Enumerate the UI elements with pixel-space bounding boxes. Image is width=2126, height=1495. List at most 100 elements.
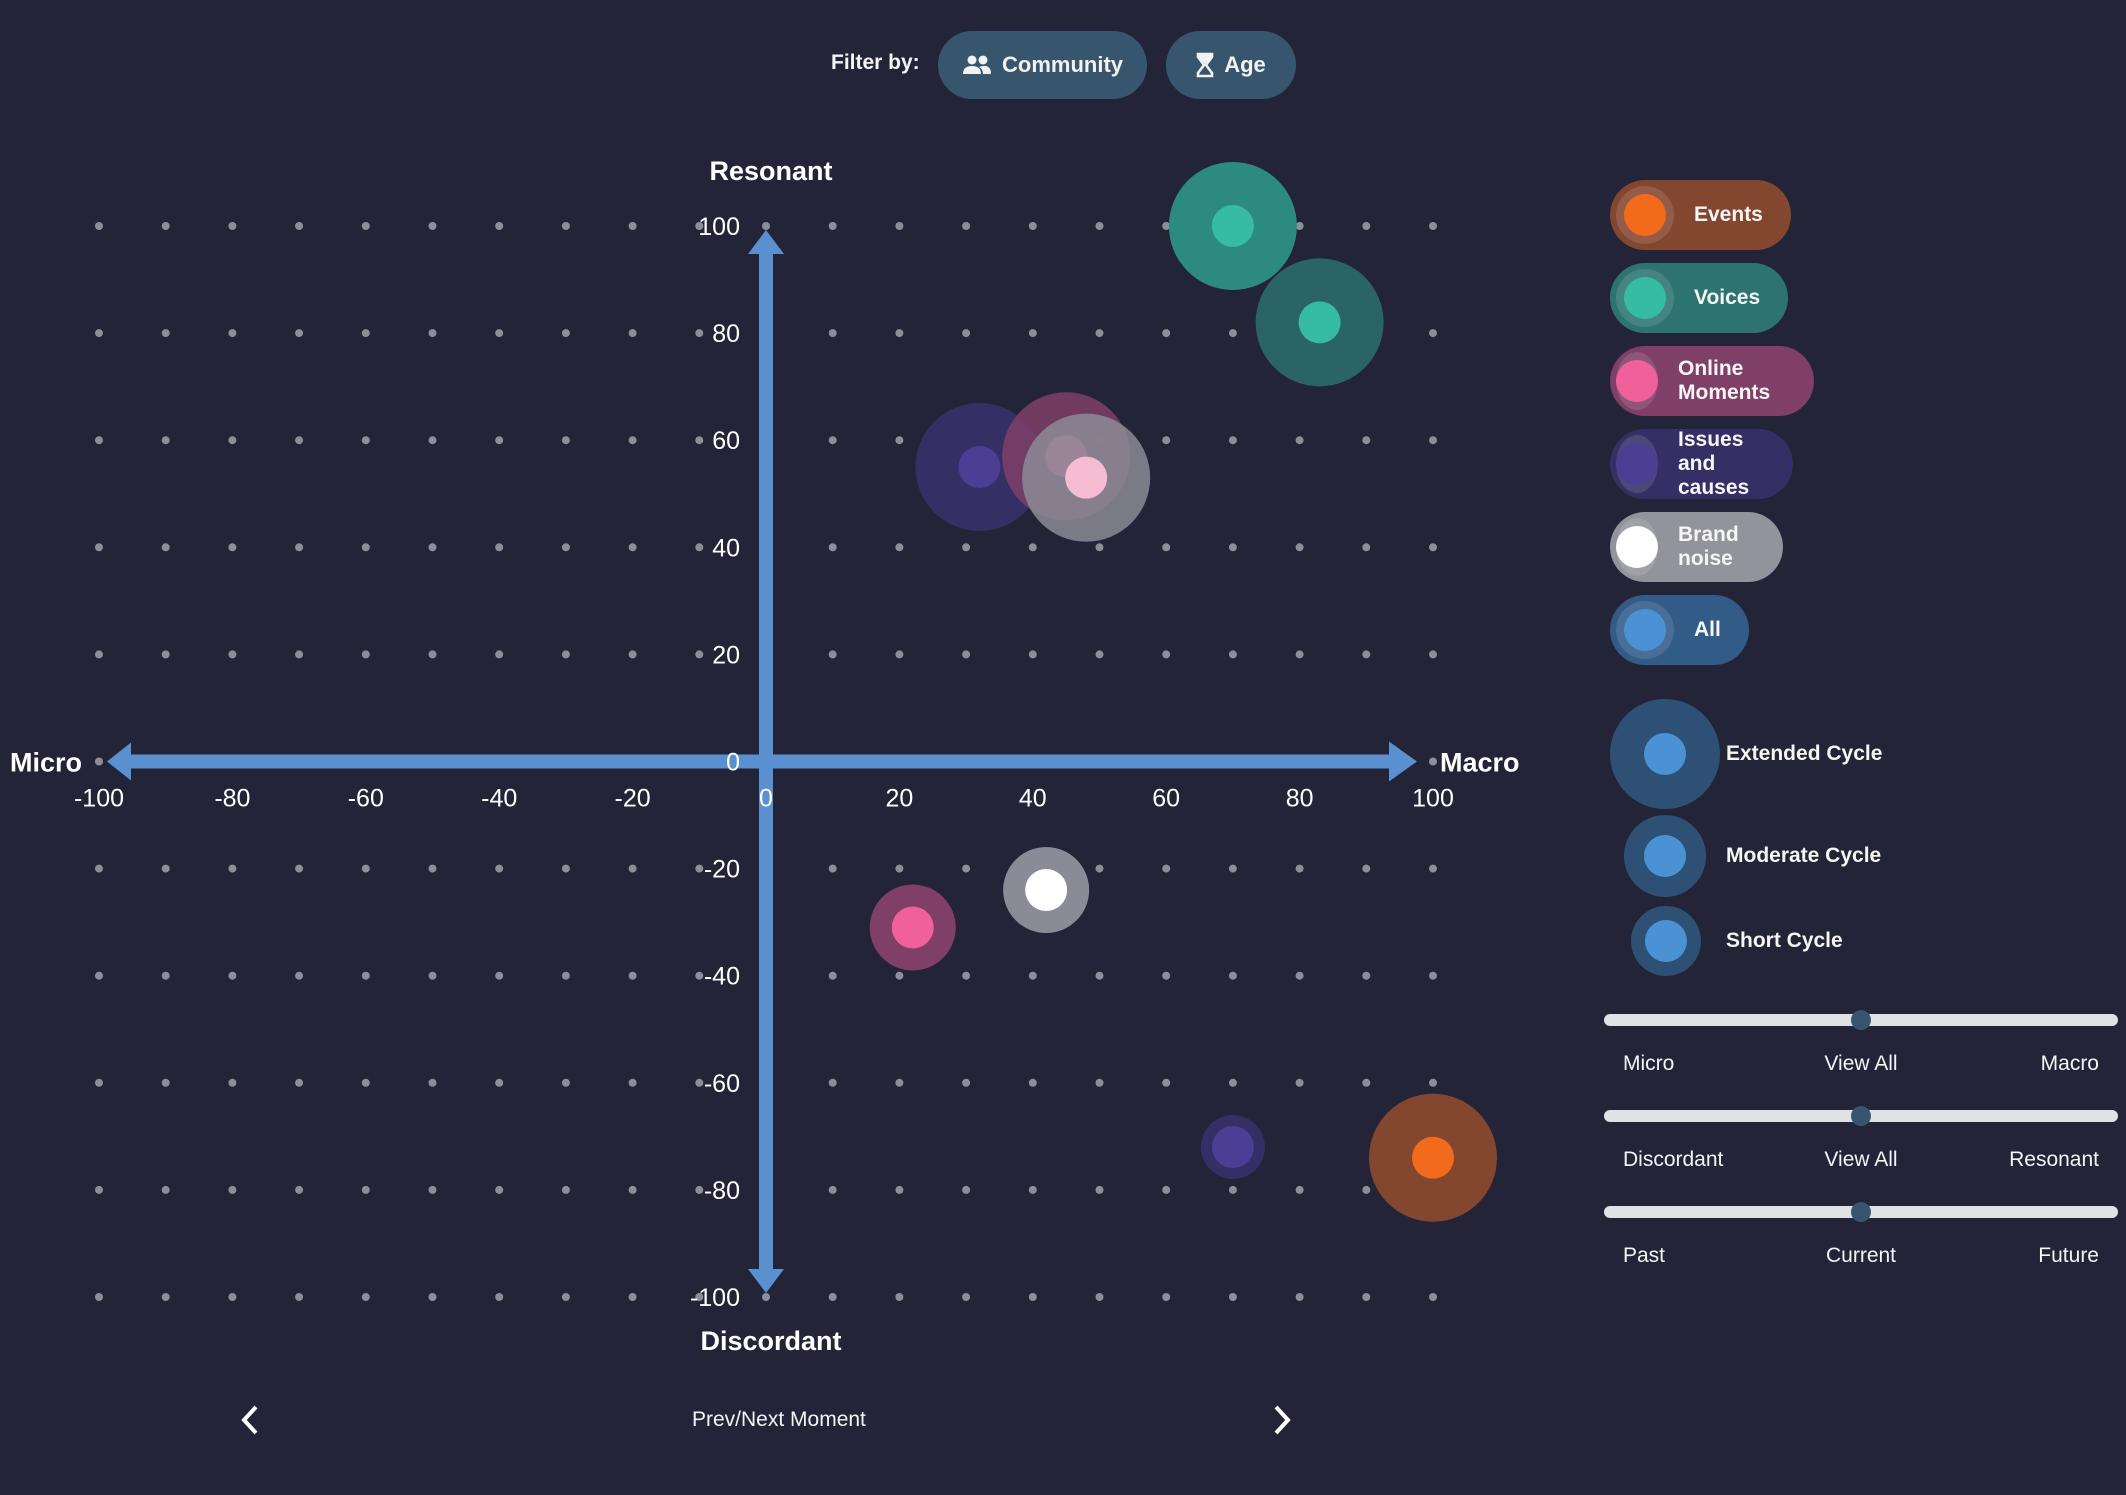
grid-dot bbox=[428, 1078, 437, 1087]
bubble-core bbox=[1412, 1136, 1454, 1179]
grid-dot bbox=[228, 650, 237, 659]
legend-label: Events bbox=[1694, 203, 1763, 226]
grid-dot bbox=[428, 864, 437, 873]
y-axis-line bbox=[759, 250, 773, 1273]
grid-dot bbox=[962, 543, 971, 552]
cycle-label: Short Cycle bbox=[1726, 929, 1843, 952]
slider-thumb[interactable] bbox=[1851, 1010, 1871, 1030]
grid-dot bbox=[1429, 757, 1437, 766]
x-axis-left-arrow bbox=[107, 742, 131, 781]
grid-dot bbox=[695, 971, 704, 980]
grid-dot bbox=[1295, 864, 1304, 873]
grid-dot bbox=[295, 329, 304, 338]
grid-dot bbox=[1028, 222, 1037, 230]
legend-item-brand-noise[interactable]: Brand noise bbox=[1610, 512, 1783, 582]
micro-macro-slider[interactable]: Micro View All Macro bbox=[1604, 1002, 2118, 1075]
grid-dot bbox=[1162, 971, 1171, 980]
grid-dot bbox=[1095, 864, 1104, 873]
data-bubble bbox=[869, 884, 956, 971]
slider-thumb[interactable] bbox=[1851, 1106, 1871, 1126]
grid-dot bbox=[228, 543, 237, 552]
grid-dot bbox=[962, 971, 971, 980]
x-tick-label: 80 bbox=[1286, 785, 1314, 813]
grid-dot bbox=[161, 329, 170, 338]
grid-dot bbox=[428, 1293, 437, 1301]
extended-cycle-icon bbox=[1610, 699, 1720, 809]
legend-item-issues-and-causes[interactable]: Issues and causes bbox=[1610, 428, 1794, 499]
grid-dot bbox=[561, 436, 570, 445]
grid-dot bbox=[1028, 1185, 1037, 1194]
bubbles bbox=[869, 162, 1497, 1222]
grid-dot bbox=[495, 971, 504, 980]
grid-dot bbox=[161, 436, 170, 445]
grid-dot bbox=[1162, 543, 1171, 552]
slider-right-label: Resonant bbox=[2009, 1148, 2099, 1171]
prev-moment-button[interactable] bbox=[230, 1395, 270, 1445]
grid-dot bbox=[228, 436, 237, 445]
grid-dot bbox=[1095, 1185, 1104, 1194]
grid-dot bbox=[695, 436, 704, 445]
grid-dot bbox=[95, 222, 103, 230]
grid-dot bbox=[1228, 650, 1237, 659]
x-tick-label: 0 bbox=[759, 785, 773, 813]
grid-dot bbox=[628, 864, 637, 873]
moment-scatter-chart: -100 -80 -60 -40 -20 0 20 40 60 80 100 100 80 60 40 20 0… bbox=[10, 156, 1520, 1356]
x-axis-left-label: Micro bbox=[10, 748, 82, 778]
y-tick-label: 0 bbox=[726, 749, 740, 777]
grid-dot bbox=[895, 650, 904, 659]
grid-dot bbox=[1295, 1078, 1304, 1087]
data-bubble bbox=[1168, 162, 1297, 290]
grid-dot bbox=[561, 1185, 570, 1194]
y-tick-label: 20 bbox=[712, 641, 740, 669]
grid-dot bbox=[361, 543, 370, 552]
grid-dot bbox=[895, 222, 904, 230]
grid-dot bbox=[361, 1078, 370, 1087]
slider-thumb[interactable] bbox=[1851, 1202, 1871, 1222]
voices-dot-icon bbox=[1624, 277, 1666, 319]
cycle-label: Extended Cycle bbox=[1726, 742, 1883, 765]
grid-dot bbox=[495, 436, 504, 445]
legend-item-online-moments[interactable]: Online Moments bbox=[1610, 346, 1815, 416]
slider-left-label: Micro bbox=[1623, 1052, 1675, 1075]
y-tick-label: -100 bbox=[690, 1284, 740, 1312]
x-axis-right-arrow bbox=[1389, 741, 1417, 782]
grid-dot bbox=[628, 222, 637, 230]
grid-dot bbox=[428, 650, 437, 659]
data-bubble bbox=[1255, 258, 1384, 387]
grid-dot bbox=[1162, 1293, 1171, 1301]
past-future-slider[interactable]: Past Current Future bbox=[1604, 1194, 2118, 1267]
grid-dot bbox=[228, 971, 237, 980]
discordant-resonant-slider[interactable]: Discordant View All Resonant bbox=[1604, 1098, 2118, 1171]
y-tick-label: 60 bbox=[712, 427, 740, 455]
grid-dot bbox=[228, 864, 237, 873]
y-tick-label: 40 bbox=[712, 534, 740, 562]
grid-dot bbox=[295, 222, 304, 230]
grid-dot bbox=[295, 1293, 304, 1301]
grid-dot bbox=[95, 1185, 103, 1194]
grid-dot bbox=[895, 1185, 904, 1194]
data-bubble bbox=[1369, 1093, 1497, 1222]
slider-mid-label: View All bbox=[1824, 1052, 1898, 1075]
x-tick-label: 100 bbox=[1412, 785, 1454, 813]
grid-dot bbox=[895, 864, 904, 873]
grid-dot bbox=[228, 1078, 237, 1087]
grid-dot bbox=[1295, 971, 1304, 980]
legend-item-events[interactable]: Events bbox=[1610, 180, 1791, 250]
grid-dot bbox=[495, 1293, 504, 1301]
legend-item-voices[interactable]: Voices bbox=[1610, 263, 1789, 333]
grid-dot bbox=[1362, 543, 1371, 552]
grid-dot bbox=[161, 864, 170, 873]
bubble-core bbox=[1298, 301, 1341, 344]
grid-dot bbox=[1429, 650, 1437, 659]
grid-dot bbox=[695, 864, 704, 873]
grid-dot bbox=[495, 222, 504, 230]
grid-dot bbox=[962, 864, 971, 873]
grid-dot bbox=[561, 222, 570, 230]
legend-item-all[interactable]: All bbox=[1610, 595, 1749, 665]
slider-mid-label: View All bbox=[1824, 1148, 1898, 1171]
legend-label: Voices bbox=[1694, 286, 1761, 309]
grid-dot bbox=[95, 543, 103, 552]
grid-dot bbox=[1095, 1078, 1104, 1087]
grid-dot bbox=[361, 1185, 370, 1194]
next-moment-button[interactable] bbox=[1262, 1395, 1302, 1445]
